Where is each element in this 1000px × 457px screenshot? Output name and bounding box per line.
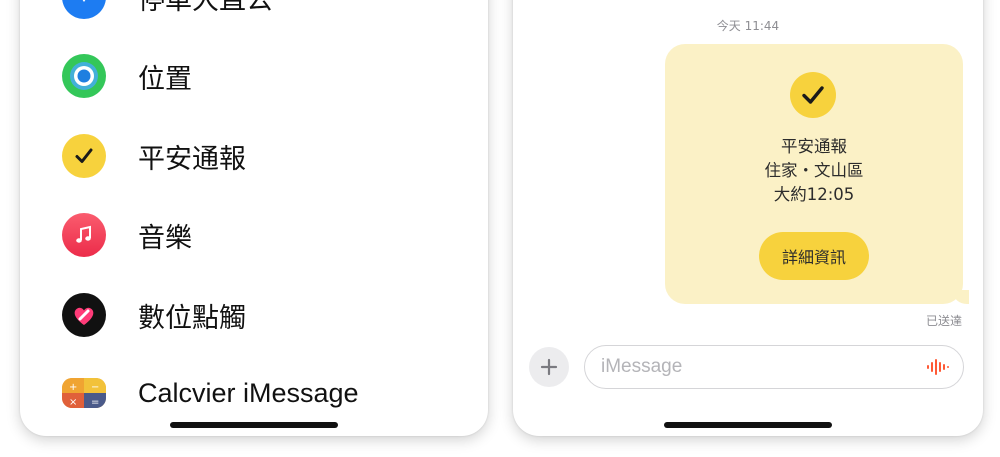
add-attachment-button[interactable] — [529, 347, 569, 387]
menu-item-check-in[interactable]: 平安通報 — [62, 131, 462, 181]
check-in-icon — [790, 72, 836, 118]
delivered-status: 已送達 — [925, 314, 962, 328]
plus-icon — [540, 358, 558, 376]
menu-item-digital-touch[interactable]: 數位點觸 — [62, 290, 462, 340]
home-indicator[interactable] — [170, 422, 338, 428]
menu-item-label: 停車大直公 — [138, 0, 273, 16]
menu-item-label: 平安通報 — [138, 143, 246, 175]
svg-text:=: = — [91, 397, 99, 408]
menu-item-parking[interactable]: 停車大直公 — [62, 0, 462, 22]
svg-text:+: + — [69, 382, 77, 393]
details-button[interactable]: 詳細資訊 — [759, 232, 869, 280]
menu-item-music[interactable]: 音樂 — [62, 210, 462, 260]
menu-item-calculator[interactable]: + − × = Calcvier iMessage — [62, 368, 462, 418]
menu-item-label: 位置 — [138, 63, 192, 95]
music-icon — [62, 213, 106, 257]
home-indicator[interactable] — [664, 422, 832, 428]
check-in-eta: 大約12:05 — [773, 185, 855, 204]
check-in-icon — [62, 134, 106, 178]
menu-item-label: Calcvier iMessage — [138, 377, 359, 408]
chat-panel: 今天 11:44 平安通報 住家・文山區 大約12:05 詳細資訊 已送達 — [513, 0, 983, 436]
menu-item-label: 音樂 — [138, 222, 192, 254]
message-timestamp: 今天 11:44 — [716, 19, 780, 33]
bubble-tail — [953, 290, 969, 304]
svg-text:×: × — [69, 397, 77, 408]
check-in-bubble[interactable]: 平安通報 住家・文山區 大約12:05 詳細資訊 — [665, 44, 969, 304]
location-icon — [62, 54, 106, 98]
menu-item-location[interactable]: 位置 — [62, 51, 462, 101]
parking-icon — [62, 0, 106, 19]
menu-item-label: 數位點觸 — [138, 302, 246, 334]
voice-memo-icon[interactable] — [926, 357, 950, 377]
message-input-container[interactable] — [584, 345, 964, 389]
check-in-location: 住家・文山區 — [764, 161, 864, 180]
check-in-title: 平安通報 — [781, 137, 847, 156]
app-drawer-panel: 停車大直公 位置 平安通報 音樂 數位點觸 + − × = Calcvier i… — [20, 0, 488, 436]
calculator-icon: + − × = — [62, 378, 106, 408]
digital-touch-icon — [62, 293, 106, 337]
message-input[interactable] — [599, 346, 913, 388]
svg-text:−: − — [91, 382, 99, 393]
